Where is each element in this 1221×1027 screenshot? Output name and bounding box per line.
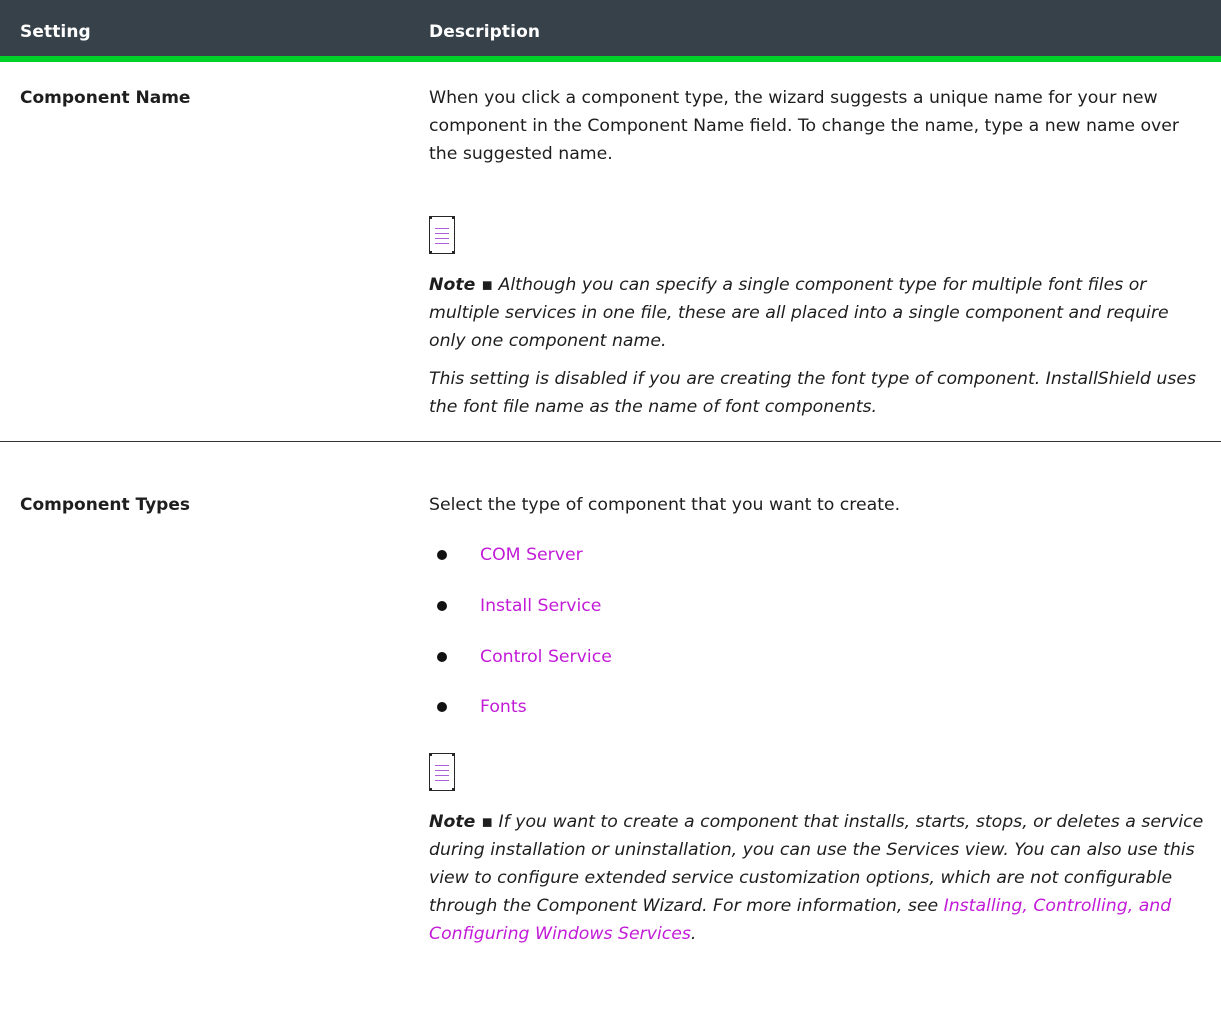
- list-item: Fonts: [429, 693, 527, 721]
- bullet-dot: [437, 652, 447, 662]
- bullet-dot: [437, 550, 447, 560]
- table-header: Setting Description: [0, 0, 1221, 62]
- link-install-service[interactable]: Install Service: [480, 592, 601, 620]
- note-component-name: Note ▪ Although you can specify a single…: [429, 271, 1209, 355]
- list-item: Install Service: [429, 592, 601, 620]
- list-item: COM Server: [429, 541, 583, 569]
- header-setting: Setting: [20, 22, 91, 42]
- link-control-service[interactable]: Control Service: [480, 643, 612, 671]
- list-item: Control Service: [429, 643, 612, 671]
- header-accent-bar: [0, 56, 1221, 62]
- note-end: .: [690, 924, 697, 944]
- description-text: Select the type of component that you wa…: [429, 495, 901, 515]
- note-component-types: Note ▪ If you want to create a component…: [429, 808, 1209, 948]
- setting-component-types: Component Types: [20, 495, 190, 515]
- note-icon: [429, 216, 455, 254]
- link-fonts[interactable]: Fonts: [480, 693, 527, 721]
- link-com-server[interactable]: COM Server: [480, 541, 583, 569]
- note-label: Note ▪: [429, 275, 494, 295]
- description-component-types: Select the type of component that you wa…: [429, 491, 1209, 519]
- extra-text: This setting is disabled if you are crea…: [429, 369, 1196, 417]
- note-text: Although you can specify a single compon…: [429, 275, 1169, 351]
- header-description: Description: [429, 22, 541, 42]
- note-icon: [429, 753, 455, 791]
- row-divider: [0, 441, 1221, 442]
- description-component-name: When you click a component type, the wiz…: [429, 84, 1209, 168]
- extra-component-name: This setting is disabled if you are crea…: [429, 365, 1209, 421]
- note-label: Note ▪: [429, 812, 494, 832]
- bullet-dot: [437, 702, 447, 712]
- description-text: When you click a component type, the wiz…: [429, 88, 1179, 164]
- bullet-dot: [437, 601, 447, 611]
- setting-component-name: Component Name: [20, 88, 191, 108]
